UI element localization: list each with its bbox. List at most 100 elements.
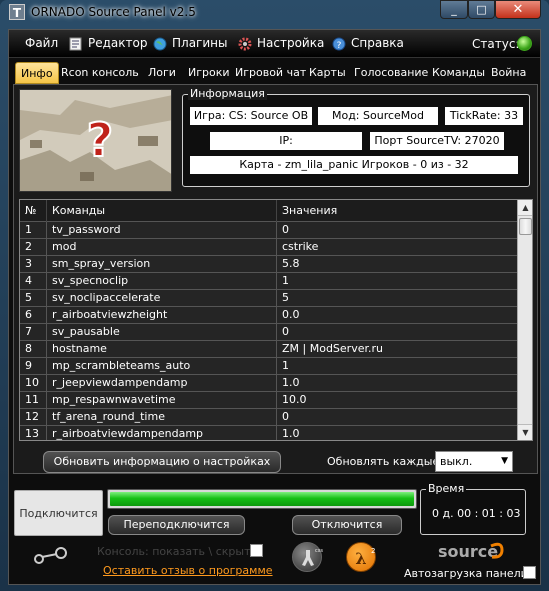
cs-source-icon[interactable]: css (292, 542, 323, 572)
maximize-button[interactable]: □ (468, 0, 495, 19)
scroll-up-icon[interactable]: ▲ (518, 200, 532, 216)
row-value-cell: 5 (282, 291, 289, 304)
info-group: Информация Игра: CS: Source OB Мод: Sour… (182, 88, 530, 187)
steam-icon[interactable] (33, 546, 69, 566)
uptime-group: Время 0 д. 00 : 01 : 03 (420, 483, 526, 535)
scroll-thumb[interactable] (519, 218, 532, 235)
row-number-cell: 8 (20, 341, 47, 358)
table-row[interactable]: 4 sv_specnoclip 1 (20, 273, 517, 290)
row-number-cell: 9 (20, 358, 47, 375)
row-number-cell: 11 (20, 392, 47, 409)
tab-commands[interactable]: Команды (432, 62, 485, 84)
autoload-checkbox[interactable] (523, 566, 536, 579)
svg-text:?: ? (87, 113, 114, 167)
row-value-cell: 1 (282, 359, 289, 372)
scroll-down-icon[interactable]: ▼ (518, 424, 532, 440)
client-area: Файл Редактор Плагины Настройка ? Справка… (8, 29, 541, 585)
row-number-cell: 1 (20, 222, 47, 239)
console-toggle-checkbox[interactable] (250, 544, 263, 557)
row-command-cell: sv_noclipaccelerate (47, 290, 277, 307)
table-row[interactable]: 9 mp_scrambleteams_auto 1 (20, 358, 517, 375)
table-row[interactable]: 3 sm_spray_version 5.8 (20, 256, 517, 273)
menu-bar: Файл Редактор Плагины Настройка ? Справка… (9, 30, 540, 58)
row-command-cell: mod (47, 239, 277, 256)
progress-fill (110, 492, 414, 506)
svg-text:css: css (315, 548, 323, 554)
row-number-cell: 2 (20, 239, 47, 256)
row-value-cell: 5.8 (282, 257, 300, 270)
tab-maps[interactable]: Карты (309, 62, 346, 84)
status-label: Статус: (472, 37, 520, 51)
tab-chat[interactable]: Игровой чат (235, 62, 306, 84)
tab-info[interactable]: Инфо (15, 62, 59, 84)
menu-plugins-label: Плагины (172, 36, 228, 50)
menu-settings[interactable]: Настройка (237, 36, 324, 51)
row-command-cell: r_airboatviewdampendamp (47, 426, 277, 440)
tab-rcon[interactable]: Rcon консоль (61, 62, 139, 84)
table-header: № Команды Значения (20, 200, 517, 222)
game-field: Игра: CS: Source OB (190, 107, 312, 125)
menu-help[interactable]: ? Справка (331, 36, 404, 51)
feedback-link[interactable]: Оставить отзыв о программе (103, 564, 273, 577)
tab-war[interactable]: Война (491, 62, 526, 84)
svg-text:λ: λ (355, 549, 366, 568)
row-value-cell: ZM | ModServer.ru (282, 342, 383, 355)
cvar-table[interactable]: № Команды Значения 1 tv_password 0 2 mod cstr… (19, 199, 533, 441)
connect-button[interactable]: Подключится (14, 490, 103, 536)
menu-help-label: Справка (351, 36, 404, 50)
info-panel: ? Информация Игра: CS: Source OB Мод: So… (13, 84, 538, 474)
menu-plugins[interactable]: Плагины (152, 36, 227, 51)
row-value-cell: 0 (282, 410, 289, 423)
ip-field: IP: (210, 132, 362, 150)
map-players-field: Карта - zm_lila_panic Игроков - 0 из - 3… (190, 156, 518, 174)
table-row[interactable]: 13 r_airboatviewdampendamp 1.0 (20, 426, 517, 440)
menu-file-label: Файл (25, 36, 59, 50)
row-number-cell: 10 (20, 375, 47, 392)
autoload-label: Автозагрузка панели (404, 567, 528, 580)
info-group-caption: Информация (188, 87, 267, 100)
table-row[interactable]: 2 mod cstrike (20, 239, 517, 256)
table-row[interactable]: 5 sv_noclipaccelerate 5 (20, 290, 517, 307)
table-row[interactable]: 11 mp_respawnwavetime 10.0 (20, 392, 517, 409)
refresh-settings-button[interactable]: Обновить информацию о настройках (43, 451, 281, 473)
tab-logs[interactable]: Логи (148, 62, 176, 84)
title-bar[interactable]: T ORNADO Source Panel v2.5 _ □ ✕ (0, 0, 549, 26)
row-command-cell: mp_respawnwavetime (47, 392, 277, 409)
col-values-header[interactable]: Значения (277, 200, 517, 222)
table-scrollbar[interactable]: ▲ ▼ (517, 200, 532, 440)
sourcetv-port-field: Порт SourceTV: 27020 (370, 132, 504, 150)
table-row[interactable]: 6 r_airboatviewzheight 0.0 (20, 307, 517, 324)
table-row[interactable]: 7 sv_pausable 0 (20, 324, 517, 341)
tab-players[interactable]: Игроки (188, 62, 230, 84)
row-command-cell: sv_specnoclip (47, 273, 277, 290)
row-value-cell: 10.0 (282, 393, 307, 406)
tab-voting[interactable]: Голосование (354, 62, 428, 84)
row-number-cell: 5 (20, 290, 47, 307)
col-commands-header[interactable]: Команды (47, 200, 277, 222)
half-life-2-icon[interactable]: λ2 (346, 542, 376, 572)
col-number-header[interactable]: № (20, 200, 47, 222)
row-number-cell: 3 (20, 256, 47, 273)
table-row[interactable]: 10 r_jeepviewdampendamp 1.0 (20, 375, 517, 392)
update-interval-label: Обновлять каждые: (327, 455, 443, 468)
close-button[interactable]: ✕ (495, 0, 541, 19)
menu-editor[interactable]: Редактор (68, 36, 147, 51)
menu-file[interactable]: Файл (25, 36, 58, 50)
row-value-cell: 0 (282, 325, 289, 338)
map-preview-drawing: ? (20, 90, 171, 191)
uptime-caption: Время (426, 482, 467, 495)
disconnect-button[interactable]: Отключится (292, 515, 402, 535)
table-row[interactable]: 8 hostname ZM | ModServer.ru (20, 341, 517, 358)
connection-progress-bar (107, 489, 417, 509)
status-indicator-icon (517, 36, 532, 51)
row-value-cell: 0 (282, 223, 289, 236)
window-title: ORNADO Source Panel v2.5 (31, 5, 196, 19)
row-value-cell: 0.0 (282, 308, 300, 321)
reconnect-button[interactable]: Переподключится (108, 515, 245, 535)
update-interval-select[interactable]: выкл. ▼ (435, 451, 513, 472)
row-value-cell: cstrike (282, 240, 319, 253)
table-row[interactable]: 1 tv_password 0 (20, 222, 517, 239)
minimize-button[interactable]: _ (440, 0, 468, 19)
table-row[interactable]: 12 tf_arena_round_time 0 (20, 409, 517, 426)
console-toggle-label: Консоль: показать \ скрыть (97, 545, 257, 558)
